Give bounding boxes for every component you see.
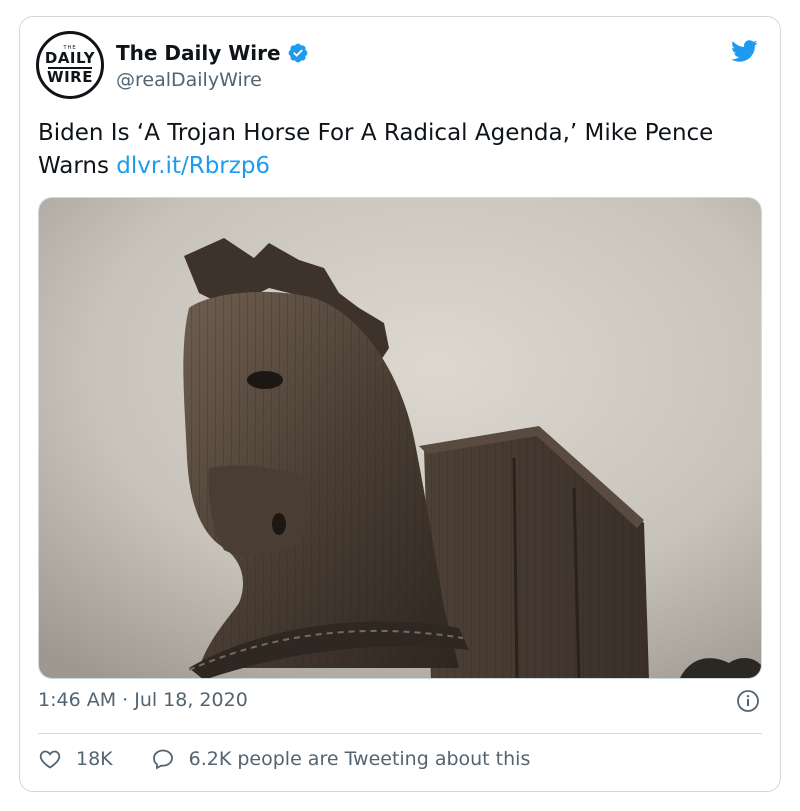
tweet-timestamp[interactable]: 1:46 AM · Jul 18, 2020 [38, 689, 248, 711]
info-icon[interactable] [736, 689, 760, 713]
like-button[interactable]: 18K [38, 747, 113, 771]
conversation-text: 6.2K people are Tweeting about this [188, 748, 531, 770]
verified-badge-icon [287, 42, 309, 64]
tweet-card[interactable]: THE DAILY WIRE The Daily Wire @realDaily… [19, 16, 781, 792]
speech-bubble-icon [152, 749, 173, 770]
tweet-media[interactable] [38, 197, 762, 679]
tweet-actions: 18K 6.2K people are Tweeting about this [38, 747, 530, 771]
trojan-horse-photo [39, 198, 761, 678]
tweet-text: Biden Is ‘A Trojan Horse For A Radical A… [38, 117, 768, 183]
author-name-row: The Daily Wire [116, 41, 309, 65]
conversation-link[interactable]: 6.2K people are Tweeting about this [151, 747, 531, 771]
author-handle[interactable]: @realDailyWire [116, 69, 262, 91]
avatar-wire-text: WIRE [47, 67, 93, 86]
avatar[interactable]: THE DAILY WIRE [36, 31, 104, 99]
author-name[interactable]: The Daily Wire [116, 41, 281, 65]
twitter-bird-icon[interactable] [728, 37, 760, 65]
like-count: 18K [76, 748, 113, 770]
tweet-link[interactable]: dlvr.it/Rbrzp6 [116, 153, 270, 179]
heart-icon [39, 750, 61, 769]
divider [38, 733, 762, 734]
avatar-daily-text: DAILY [44, 48, 96, 67]
